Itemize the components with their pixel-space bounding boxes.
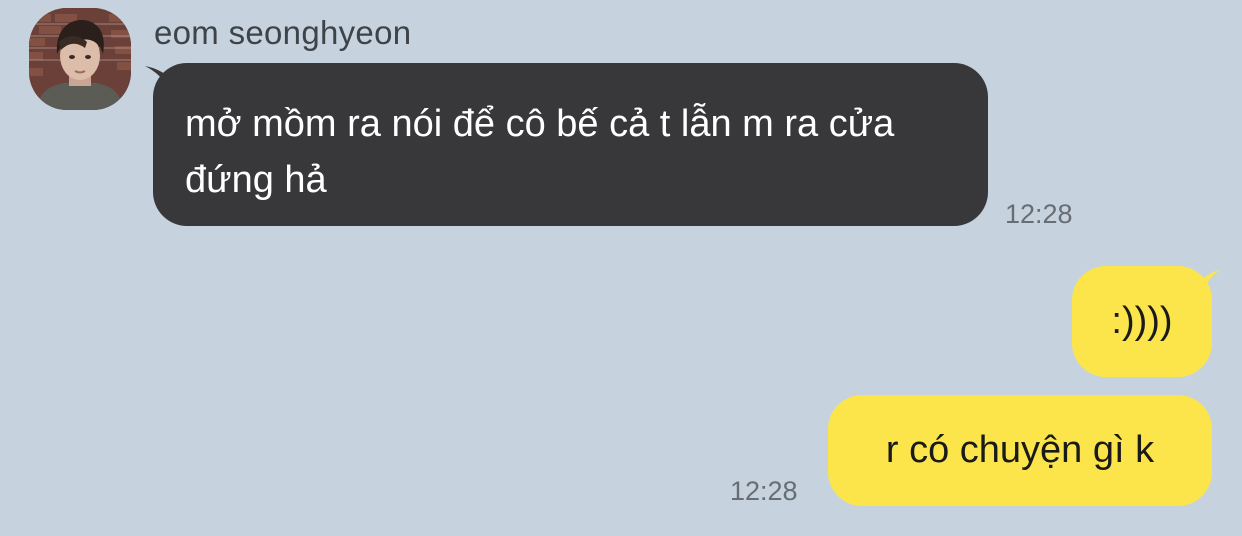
outgoing-message-bubble[interactable]: r có chuyện gì k <box>828 395 1212 506</box>
incoming-message-text: mở mồm ra nói để cô bế cả t lẫn m ra cửa… <box>185 103 905 201</box>
outgoing-message-timestamp: 12:28 <box>730 476 798 506</box>
profile-photo-icon <box>29 8 131 110</box>
sender-avatar[interactable] <box>29 8 131 110</box>
outgoing-message-text: :)))) <box>1111 300 1173 342</box>
incoming-message-timestamp: 12:28 <box>1005 199 1073 229</box>
outgoing-message-text: r có chuyện gì k <box>885 429 1155 471</box>
outgoing-message-bubble[interactable]: :)))) <box>1072 266 1212 377</box>
incoming-message-bubble[interactable]: mở mồm ra nói để cô bế cả t lẫn m ra cửa… <box>153 63 988 226</box>
sender-name: eom seonghyeon <box>154 14 412 51</box>
